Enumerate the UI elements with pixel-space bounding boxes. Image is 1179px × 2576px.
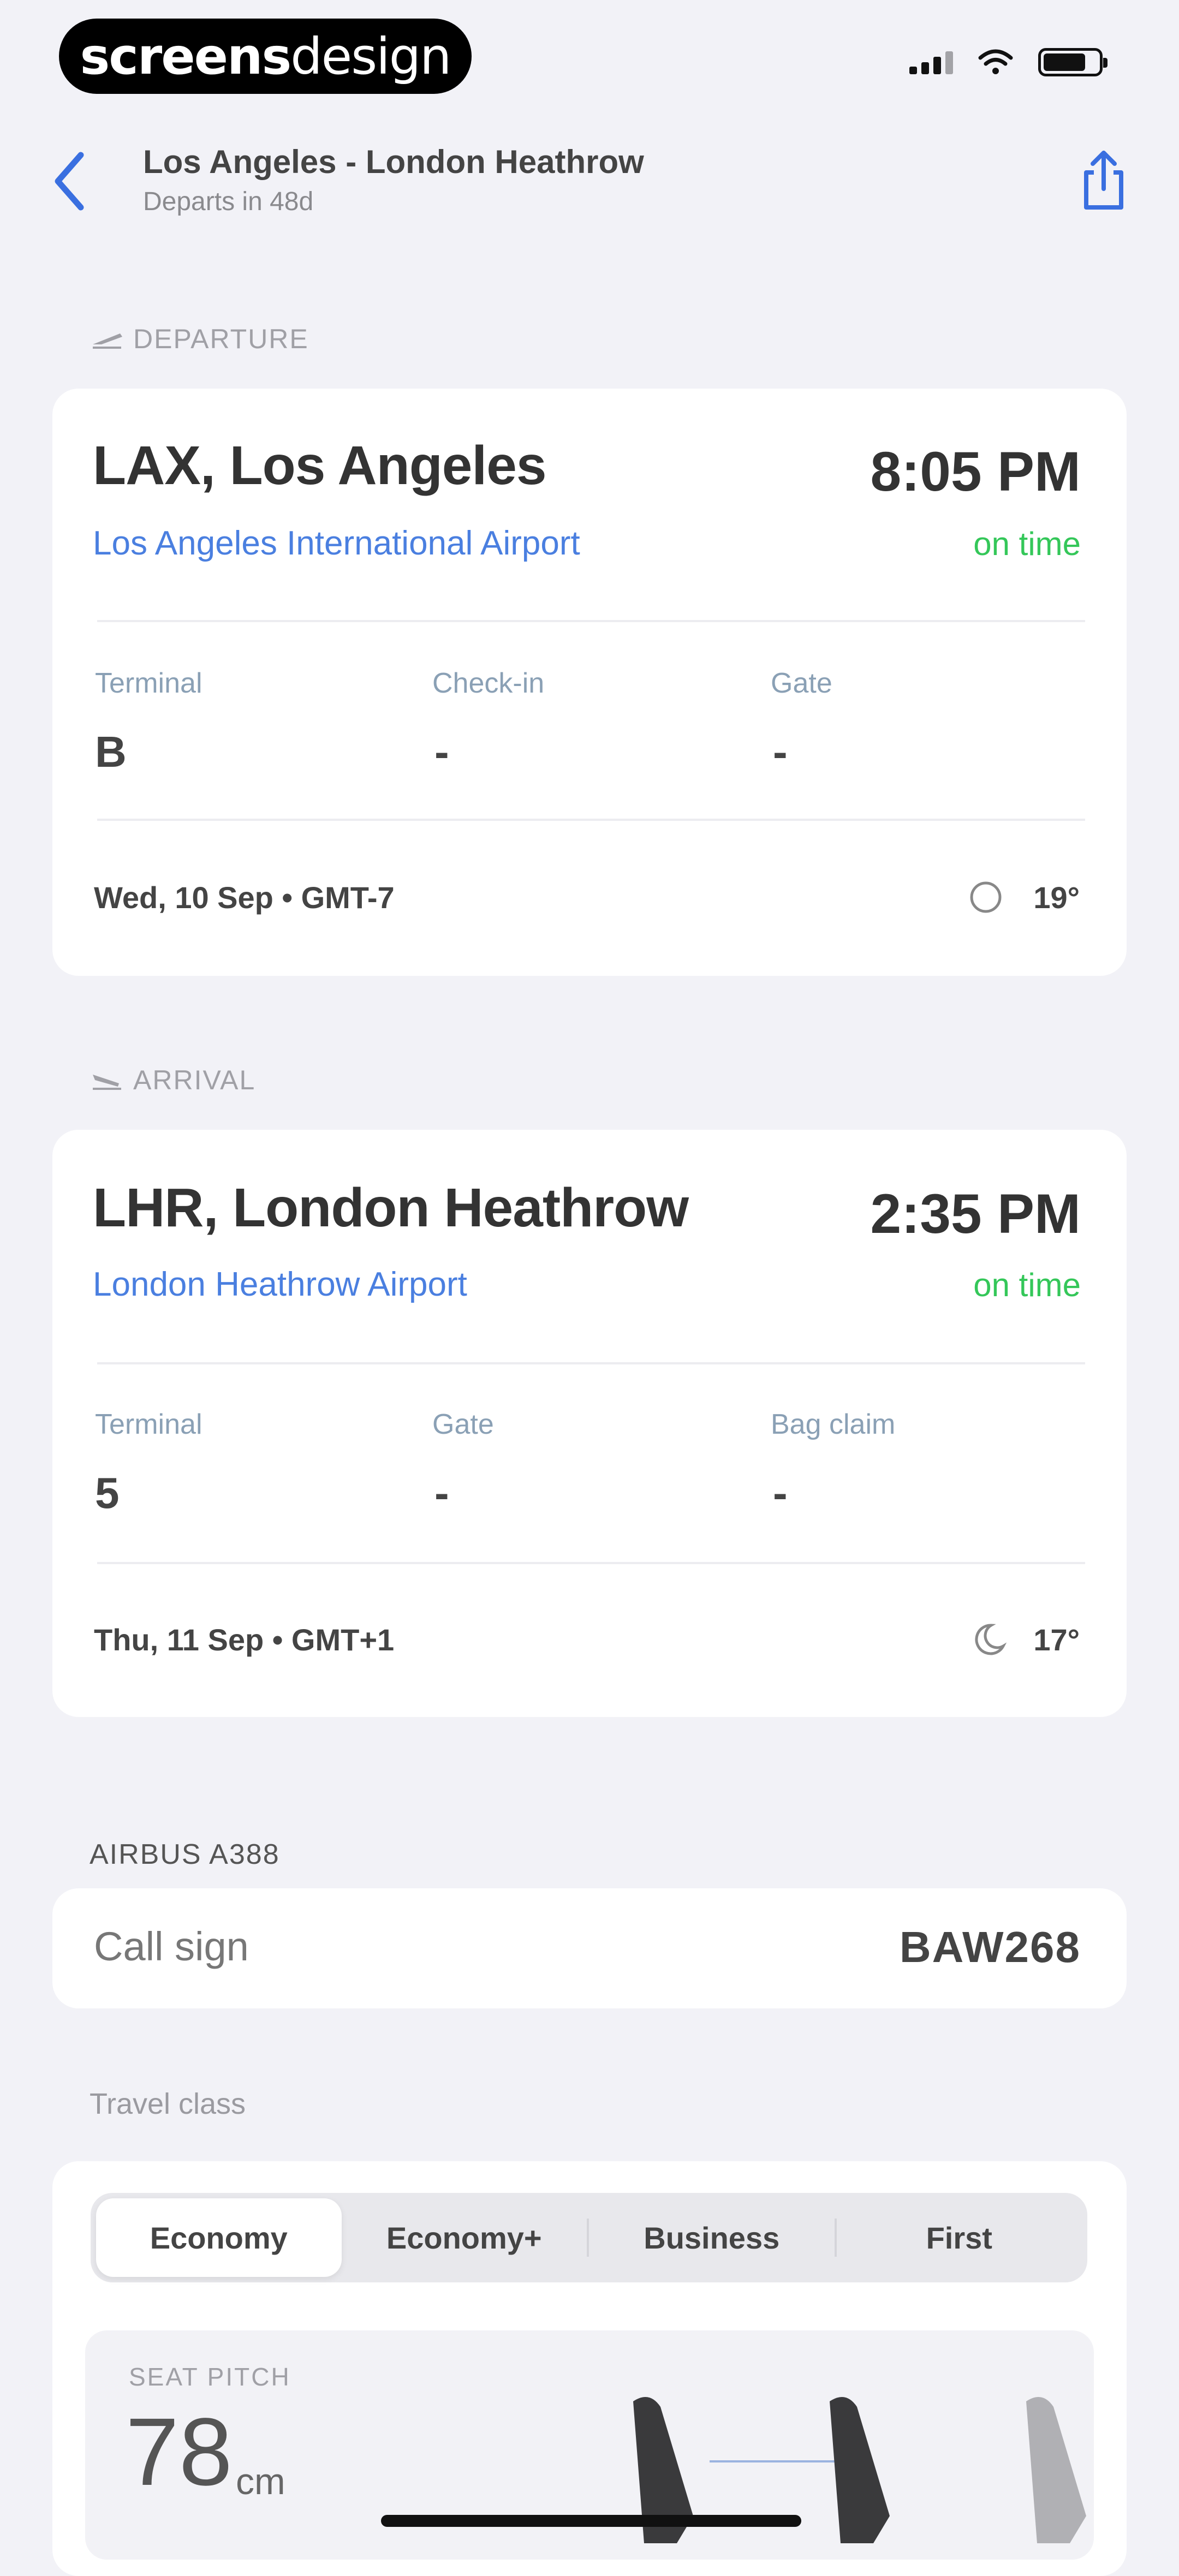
call-sign-label: Call sign — [94, 1924, 249, 1969]
arrival-airport-code: LHR, London Heathrow — [93, 1177, 689, 1238]
departure-temperature: 19° — [1033, 880, 1080, 915]
brand-light-text: design — [290, 27, 451, 86]
seat-pitch-value: 78 — [126, 2399, 233, 2506]
segment-economy-plus-label: Economy+ — [386, 2220, 542, 2255]
segment-economy-plus[interactable]: Economy+ — [342, 2198, 587, 2277]
arrival-label: ARRIVAL — [133, 1065, 256, 1095]
battery-icon — [1038, 48, 1107, 76]
wifi-icon — [978, 49, 1013, 74]
plane-landing-icon — [93, 1075, 121, 1090]
divider — [97, 1362, 1085, 1364]
plane-takeoff-icon — [93, 333, 122, 349]
arrival-bag-claim-label: Bag claim — [771, 1409, 896, 1440]
departure-airport-name[interactable]: Los Angeles International Airport — [93, 524, 580, 563]
segment-first-label: First — [926, 2220, 992, 2255]
arrival-time: 2:35 PM — [870, 1183, 1081, 1245]
departure-terminal-value: B — [95, 728, 127, 776]
moon-icon — [975, 1624, 1007, 1655]
arrival-bag-claim-value: - — [773, 1469, 788, 1517]
segment-business-label: Business — [644, 2220, 780, 2255]
arrival-gate-label: Gate — [432, 1409, 494, 1440]
arrival-terminal-value: 5 — [95, 1469, 120, 1517]
departure-status: on time — [973, 526, 1081, 562]
share-icon[interactable] — [1077, 147, 1130, 213]
page-subtitle: Departs in 48d — [143, 187, 314, 216]
screensdesign-badge: screens design — [59, 19, 472, 94]
departure-time: 8:05 PM — [870, 440, 1081, 503]
seat-pitch-unit: cm — [236, 2461, 285, 2502]
home-indicator — [381, 2515, 801, 2527]
departure-gate-label: Gate — [771, 667, 832, 699]
arrival-status: on time — [973, 1267, 1081, 1303]
seat-pitch-label: SEAT PITCH — [129, 2363, 291, 2391]
travel-class-label: Travel class — [90, 2088, 246, 2120]
departure-label: DEPARTURE — [133, 324, 309, 354]
divider — [97, 1562, 1085, 1564]
arrival-terminal-label: Terminal — [95, 1409, 203, 1440]
departure-checkin-label: Check-in — [432, 667, 545, 699]
divider — [97, 819, 1085, 821]
arrival-temperature: 17° — [1033, 1623, 1080, 1657]
divider — [97, 620, 1085, 622]
segment-economy[interactable]: Economy — [96, 2198, 342, 2277]
cellular-signal-icon — [909, 50, 953, 74]
departure-terminal-label: Terminal — [95, 667, 203, 699]
page-title: Los Angeles - London Heathrow — [143, 144, 644, 180]
segment-business[interactable]: Business — [589, 2198, 835, 2277]
call-sign-value: BAW268 — [899, 1923, 1081, 1971]
arrival-airport-name[interactable]: London Heathrow Airport — [93, 1265, 467, 1304]
arrival-section-header: ARRIVAL — [91, 1064, 255, 1096]
segment-economy-label: Economy — [150, 2220, 288, 2255]
arrival-gate-value: - — [434, 1469, 449, 1517]
departure-checkin-value: - — [434, 728, 449, 776]
back-chevron-icon[interactable] — [50, 148, 88, 214]
departure-section-header: DEPARTURE — [91, 323, 309, 355]
travel-class-segmented-control[interactable]: Economy Economy+ Business First — [91, 2193, 1087, 2282]
aircraft-model: AIRBUS A388 — [90, 1839, 280, 1870]
arrival-date: Thu, 11 Sep • GMT+1 — [94, 1623, 395, 1657]
departure-date: Wed, 10 Sep • GMT-7 — [94, 880, 395, 915]
brand-bold-text: screens — [80, 27, 292, 86]
segment-first[interactable]: First — [837, 2198, 1082, 2277]
status-icons — [909, 48, 1107, 76]
departure-gate-value: - — [773, 728, 788, 776]
clear-night-icon — [970, 881, 1002, 913]
departure-airport-code: LAX, Los Angeles — [93, 435, 546, 496]
